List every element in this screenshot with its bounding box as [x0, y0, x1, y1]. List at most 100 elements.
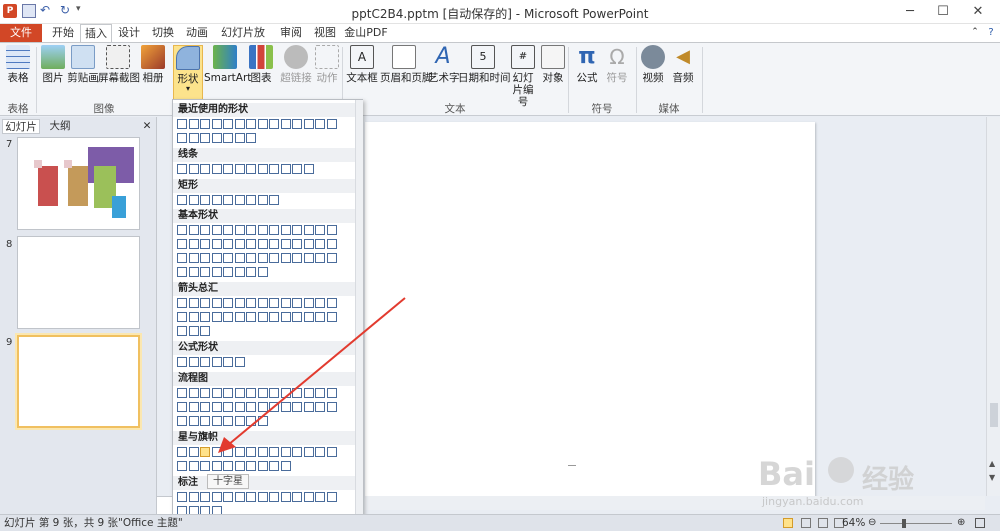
shape-item[interactable] [177, 267, 187, 277]
shape-item[interactable] [257, 225, 268, 235]
slide-thumbnail-9[interactable] [17, 335, 140, 428]
shape-item[interactable] [246, 133, 256, 143]
shape-item[interactable] [200, 119, 210, 129]
zoom-out-icon[interactable]: ⊖ [868, 518, 876, 528]
fit-to-window-icon[interactable] [975, 518, 985, 528]
equation-button[interactable]: π 公式 [574, 45, 600, 85]
shape-item[interactable] [257, 119, 268, 129]
tab-insert[interactable]: 插入 [80, 24, 112, 43]
clipart-button[interactable]: 剪贴画 [66, 45, 100, 84]
shape-item[interactable] [177, 119, 187, 129]
shape-item[interactable] [269, 239, 279, 249]
tab-review[interactable]: 审阅 [276, 24, 306, 42]
shape-item[interactable] [188, 326, 199, 336]
shape-item[interactable] [200, 357, 210, 367]
shape-item[interactable] [315, 225, 325, 235]
shape-item[interactable] [234, 195, 245, 205]
shape-item[interactable] [223, 267, 233, 277]
audio-button[interactable]: ◀ 音频 [670, 45, 696, 84]
shape-item[interactable] [223, 461, 233, 471]
shape-item[interactable] [188, 225, 199, 235]
shape-item[interactable] [292, 492, 302, 502]
shape-item[interactable] [280, 164, 291, 174]
shape-item[interactable] [177, 133, 187, 143]
tab-kingsoft-pdf[interactable]: 金山PDF [344, 24, 388, 42]
shape-item[interactable] [200, 326, 210, 336]
tab-slideshow[interactable]: 幻灯片放映 [216, 24, 270, 56]
shape-item[interactable] [177, 447, 187, 457]
symbol-button[interactable]: Ω 符号 [604, 45, 630, 84]
shape-item[interactable] [211, 492, 222, 502]
shape-item[interactable] [177, 312, 187, 322]
smartart-button[interactable]: SmartArt [204, 45, 251, 84]
shape-item[interactable] [211, 225, 222, 235]
shape-item[interactable] [188, 312, 199, 322]
shape-item[interactable] [223, 492, 233, 502]
shape-item[interactable] [257, 164, 268, 174]
shape-item[interactable] [246, 267, 256, 277]
shape-item[interactable] [177, 164, 187, 174]
shape-item[interactable] [200, 312, 210, 322]
shape-item[interactable] [177, 492, 187, 502]
shape-item[interactable] [223, 225, 233, 235]
tab-outline[interactable]: 大纲 [42, 119, 78, 134]
shape-item[interactable] [200, 239, 210, 249]
shape-item[interactable] [188, 447, 199, 457]
shape-item[interactable] [257, 267, 268, 277]
shape-item[interactable] [177, 357, 187, 367]
zoom-level[interactable]: 64% [842, 515, 865, 531]
shape-item[interactable] [223, 164, 233, 174]
shape-item[interactable] [188, 357, 199, 367]
shape-item[interactable] [246, 195, 256, 205]
header-footer-button[interactable]: 页眉和页脚 [380, 45, 433, 84]
shape-item[interactable] [188, 164, 199, 174]
shape-item[interactable] [280, 492, 291, 502]
shape-item[interactable] [257, 253, 268, 263]
shape-item[interactable] [234, 461, 245, 471]
shape-item[interactable] [200, 195, 210, 205]
shape-item[interactable] [315, 253, 325, 263]
shape-item[interactable] [257, 195, 268, 205]
shape-item[interactable] [211, 253, 222, 263]
shape-item[interactable] [234, 164, 245, 174]
slide-thumbnail-8[interactable] [17, 236, 140, 329]
shape-item[interactable] [246, 461, 256, 471]
zoom-slider-thumb[interactable] [902, 519, 906, 528]
shape-item[interactable] [303, 253, 314, 263]
tab-slides[interactable]: 幻灯片 [2, 119, 40, 134]
shape-item[interactable] [200, 225, 210, 235]
vertical-scrollbar[interactable]: ▲ ▼ [986, 117, 1000, 496]
shape-item[interactable] [280, 461, 291, 471]
shape-item[interactable] [280, 225, 291, 235]
shape-item[interactable] [280, 119, 291, 129]
shape-item[interactable] [257, 461, 268, 471]
shape-item[interactable] [269, 119, 279, 129]
shape-item[interactable] [200, 461, 210, 471]
tab-view[interactable]: 视图 [310, 24, 340, 42]
close-pane-icon[interactable]: ✕ [140, 119, 154, 134]
shape-item[interactable] [200, 298, 210, 308]
scroll-thumb[interactable] [990, 403, 998, 427]
shape-item[interactable] [177, 239, 187, 249]
tab-home[interactable]: 开始 [48, 24, 78, 42]
shape-item[interactable] [223, 253, 233, 263]
shape-item[interactable] [234, 225, 245, 235]
shape-item[interactable] [257, 492, 268, 502]
shape-item[interactable] [200, 492, 210, 502]
shape-item[interactable] [326, 225, 337, 235]
shapes-button[interactable]: 形状 ▾ [173, 45, 203, 101]
shape-item[interactable] [315, 492, 325, 502]
normal-view-icon[interactable] [783, 518, 793, 528]
shape-item[interactable] [269, 164, 279, 174]
picture-button[interactable]: 图片 [40, 45, 66, 84]
shape-item[interactable] [303, 492, 314, 502]
shape-item[interactable] [177, 225, 187, 235]
ribbon-collapse-icon[interactable]: ⌃ [968, 24, 982, 42]
shape-item[interactable] [177, 461, 187, 471]
shape-item[interactable] [211, 461, 222, 471]
shape-item[interactable] [234, 119, 245, 129]
shape-item[interactable] [326, 253, 337, 263]
close-window-icon[interactable]: ✕ [966, 3, 990, 21]
shape-item[interactable] [303, 164, 314, 174]
slide-thumbnail-7[interactable] [17, 137, 140, 230]
